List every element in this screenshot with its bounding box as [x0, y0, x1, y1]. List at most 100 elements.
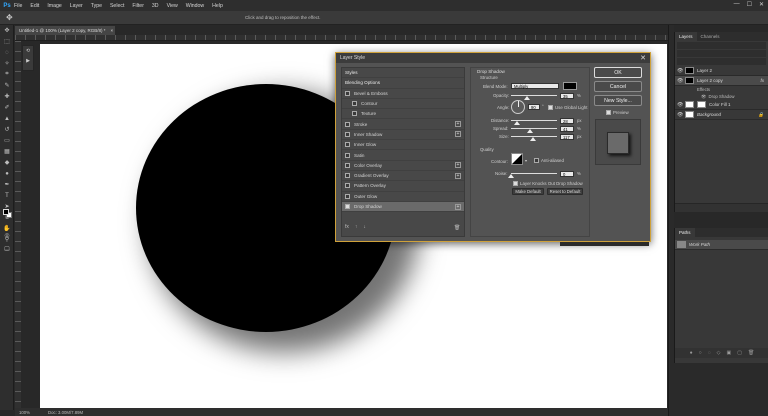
style-checkbox[interactable]: [345, 142, 350, 148]
play-icon[interactable]: ▶: [23, 58, 33, 64]
style-item-gradient-overlay[interactable]: Gradient Overlay +: [342, 171, 464, 182]
move-up-icon[interactable]: ↑: [355, 224, 358, 230]
effect-eye-icon[interactable]: 👁: [701, 94, 706, 100]
style-item-blending-options[interactable]: Blending Options: [342, 78, 464, 89]
style-item-drop-shadow[interactable]: Drop Shadow +: [342, 201, 464, 213]
preview-checkbox[interactable]: [606, 110, 611, 115]
eraser-icon[interactable]: ▭: [0, 135, 14, 146]
style-checkbox[interactable]: [345, 193, 350, 199]
pen-icon[interactable]: ✒: [0, 179, 14, 190]
reset-to-default-button[interactable]: Reset to Default: [547, 188, 583, 195]
document-tab[interactable]: Untitled-1 @ 100% (Layer 2 copy, RGB/8) …: [15, 26, 115, 35]
add-effect-icon[interactable]: fx: [345, 224, 349, 230]
opacity-slider-thumb[interactable]: [524, 96, 531, 100]
load-selection-icon[interactable]: ◌: [708, 350, 711, 356]
spread-slider-thumb[interactable]: [526, 129, 533, 133]
brush-icon[interactable]: ✐: [0, 102, 14, 113]
opacity-input[interactable]: 35: [560, 93, 574, 99]
horizontal-ruler[interactable]: [15, 35, 668, 41]
menu-select[interactable]: Select: [110, 3, 124, 9]
close-window-icon[interactable]: ✕: [759, 1, 764, 8]
history-icon[interactable]: ⟲: [23, 48, 33, 54]
magic-wand-icon[interactable]: ✧: [0, 58, 14, 69]
move-tool-icon[interactable]: ✥: [6, 13, 13, 22]
menu-help[interactable]: Help: [212, 3, 223, 9]
style-item-outer-glow[interactable]: Outer Glow: [342, 192, 464, 202]
make-default-button[interactable]: Make Default: [512, 188, 544, 195]
delete-path-icon[interactable]: 🗑: [748, 350, 754, 356]
lasso-icon[interactable]: ◌: [0, 47, 14, 58]
menu-view[interactable]: View: [167, 3, 178, 9]
size-slider-thumb[interactable]: [529, 137, 536, 141]
menu-window[interactable]: Window: [186, 3, 204, 9]
style-checkbox[interactable]: [352, 111, 357, 117]
gradient-icon[interactable]: ▦: [0, 146, 14, 157]
style-item-inner-glow[interactable]: Inner Glow: [342, 140, 464, 151]
tab-channels[interactable]: Channels: [697, 32, 724, 41]
ok-button[interactable]: OK: [594, 67, 642, 78]
dodge-icon[interactable]: ●: [0, 168, 14, 179]
stroke-path-icon[interactable]: ○: [699, 350, 702, 356]
style-checkbox[interactable]: [345, 183, 350, 189]
style-item-satin[interactable]: Satin: [342, 150, 464, 161]
contour-picker[interactable]: [511, 153, 523, 165]
add-instance-icon[interactable]: +: [455, 162, 461, 169]
style-item-inner-shadow[interactable]: Inner Shadow +: [342, 130, 464, 141]
add-instance-icon[interactable]: +: [455, 131, 461, 138]
noise-slider-thumb[interactable]: [508, 174, 514, 178]
style-checkbox[interactable]: [352, 101, 357, 107]
blend-opacity-bar[interactable]: [677, 50, 766, 57]
visibility-eye-icon[interactable]: 👁: [677, 78, 685, 84]
cancel-button[interactable]: Cancel: [594, 81, 642, 92]
minimize-icon[interactable]: —: [734, 1, 740, 8]
tab-layers[interactable]: Layers: [675, 32, 697, 41]
blur-icon[interactable]: ◆: [0, 157, 14, 168]
effects-group[interactable]: Effects: [675, 86, 768, 93]
new-style-button[interactable]: New Style...: [594, 95, 642, 106]
distance-slider[interactable]: [511, 118, 557, 125]
style-checkbox[interactable]: [345, 152, 350, 158]
eyedropper-icon[interactable]: ✎: [0, 80, 14, 91]
distance-slider-thumb[interactable]: [513, 121, 520, 125]
spread-input[interactable]: 41: [560, 126, 574, 132]
lock-fill-bar[interactable]: [677, 58, 766, 65]
opacity-slider[interactable]: [511, 93, 557, 100]
style-item-contour[interactable]: Contour: [342, 99, 464, 110]
tab-paths[interactable]: Paths: [675, 228, 695, 237]
anti-aliased-checkbox[interactable]: [534, 158, 539, 163]
marquee-icon[interactable]: ⬚: [0, 36, 14, 47]
layer-effects-icon[interactable]: fx: [760, 78, 764, 83]
layer-row[interactable]: 👁 Background 🔒: [675, 110, 768, 120]
move-icon[interactable]: ✥: [0, 25, 14, 36]
crop-icon[interactable]: ⌗: [0, 69, 14, 80]
use-global-light-checkbox[interactable]: [548, 105, 553, 110]
menu-edit[interactable]: Edit: [30, 3, 39, 9]
dialog-close-icon[interactable]: ✕: [640, 54, 646, 62]
style-checkbox[interactable]: [345, 131, 350, 137]
style-item-bevel-emboss[interactable]: Bevel & Emboss: [342, 89, 464, 99]
shadow-color-swatch[interactable]: [563, 82, 577, 90]
size-slider[interactable]: [511, 134, 557, 141]
menu-layer[interactable]: Layer: [70, 3, 83, 9]
layer-row[interactable]: 👁 Layer 2: [675, 66, 768, 76]
style-item-styles[interactable]: Styles: [342, 68, 464, 79]
noise-slider[interactable]: [508, 171, 557, 178]
move-down-icon[interactable]: ↓: [363, 224, 366, 230]
style-checkbox[interactable]: [345, 162, 350, 168]
style-checkbox[interactable]: [345, 90, 350, 96]
menu-type[interactable]: Type: [91, 3, 102, 9]
size-input[interactable]: 117: [560, 134, 574, 140]
style-item-color-overlay[interactable]: Color Overlay +: [342, 161, 464, 171]
layer-row[interactable]: 👁 Color Fill 1: [675, 100, 768, 110]
blend-mode-select[interactable]: Multiply: [511, 83, 559, 89]
history-brush-icon[interactable]: ↺: [0, 124, 14, 135]
maximize-icon[interactable]: ☐: [747, 1, 752, 8]
path-row[interactable]: Work Path: [675, 240, 768, 250]
quick-mask-icon[interactable]: ◎: [0, 230, 14, 241]
angle-input[interactable]: 90: [528, 104, 540, 110]
noise-input[interactable]: 0: [560, 171, 574, 177]
screen-mode-icon[interactable]: ▢: [0, 243, 14, 254]
visibility-eye-icon[interactable]: 👁: [677, 102, 685, 108]
style-checkbox[interactable]: [345, 173, 350, 179]
menu-image[interactable]: Image: [47, 3, 61, 9]
